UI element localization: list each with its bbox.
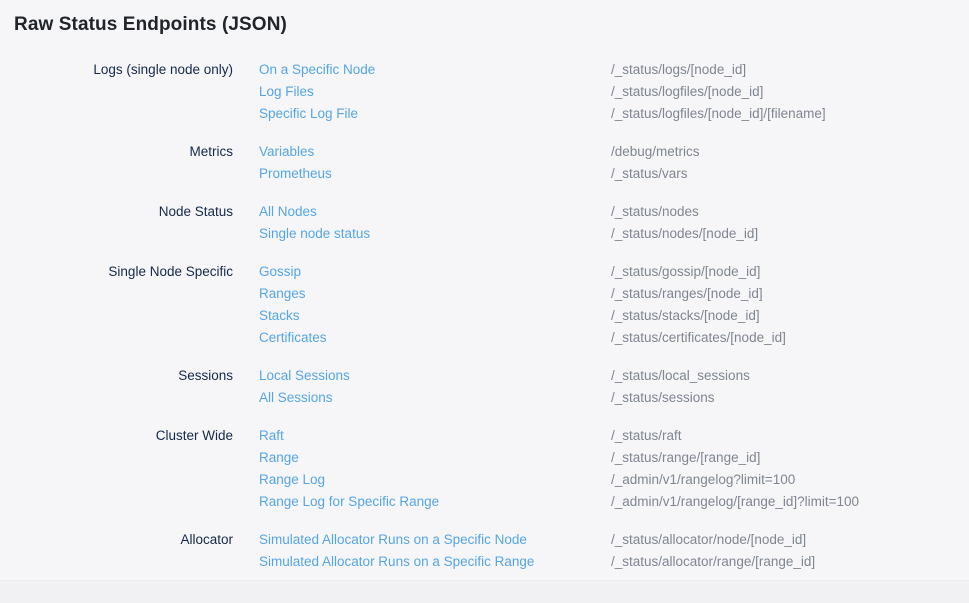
endpoint-row: All Nodes /_status/nodes [259, 201, 955, 223]
endpoint-link[interactable]: Ranges [259, 283, 611, 305]
endpoint-link[interactable]: Stacks [259, 305, 611, 327]
endpoint-row: Specific Log File /_status/logfiles/[nod… [259, 103, 955, 125]
section-single-node-specific: Single Node Specific Gossip /_status/gos… [14, 261, 955, 349]
endpoint-link[interactable]: Raft [259, 425, 611, 447]
endpoint-path: /_status/nodes [611, 201, 699, 223]
category-label: Metrics [14, 141, 259, 185]
category-label: Single Node Specific [14, 261, 259, 349]
endpoint-link[interactable]: On a Specific Node [259, 59, 611, 81]
endpoint-row: Local Sessions /_status/local_sessions [259, 365, 955, 387]
endpoint-sections: Logs (single node only) On a Specific No… [14, 59, 955, 573]
endpoint-row: Range Log /_admin/v1/rangelog?limit=100 [259, 469, 955, 491]
section-node-status: Node Status All Nodes /_status/nodes Sin… [14, 201, 955, 245]
section-cluster-wide: Cluster Wide Raft /_status/raft Range /_… [14, 425, 955, 513]
endpoint-path: /_status/logfiles/[node_id]/[filename] [611, 103, 826, 125]
endpoint-path: /_status/certificates/[node_id] [611, 327, 786, 349]
endpoint-row: Single node status /_status/nodes/[node_… [259, 223, 955, 245]
endpoint-row: Log Files /_status/logfiles/[node_id] [259, 81, 955, 103]
endpoint-row: Raft /_status/raft [259, 425, 955, 447]
raw-status-endpoints-page: Raw Status Endpoints (JSON) Logs (single… [0, 0, 969, 573]
endpoint-link[interactable]: Local Sessions [259, 365, 611, 387]
endpoint-path: /debug/metrics [611, 141, 700, 163]
endpoint-link[interactable]: Variables [259, 141, 611, 163]
endpoint-path: /_status/logs/[node_id] [611, 59, 746, 81]
endpoint-row: Prometheus /_status/vars [259, 163, 955, 185]
section-sessions: Sessions Local Sessions /_status/local_s… [14, 365, 955, 409]
endpoint-link[interactable]: Single node status [259, 223, 611, 245]
endpoint-path: /_status/vars [611, 163, 688, 185]
endpoint-row: Simulated Allocator Runs on a Specific N… [259, 529, 955, 551]
endpoint-link[interactable]: Simulated Allocator Runs on a Specific R… [259, 551, 611, 573]
endpoint-row: All Sessions /_status/sessions [259, 387, 955, 409]
endpoint-path: /_status/stacks/[node_id] [611, 305, 760, 327]
endpoint-row: Stacks /_status/stacks/[node_id] [259, 305, 955, 327]
category-label: Node Status [14, 201, 259, 245]
endpoint-link[interactable]: Range Log for Specific Range [259, 491, 611, 513]
section-allocator: Allocator Simulated Allocator Runs on a … [14, 529, 955, 573]
category-label: Logs (single node only) [14, 59, 259, 125]
endpoint-row: Certificates /_status/certificates/[node… [259, 327, 955, 349]
category-label: Cluster Wide [14, 425, 259, 513]
endpoint-path: /_status/sessions [611, 387, 715, 409]
endpoint-row: Range /_status/range/[range_id] [259, 447, 955, 469]
endpoint-row: Variables /debug/metrics [259, 141, 955, 163]
endpoint-row: Gossip /_status/gossip/[node_id] [259, 261, 955, 283]
endpoint-link[interactable]: All Nodes [259, 201, 611, 223]
endpoint-path: /_status/raft [611, 425, 682, 447]
page-footer [0, 580, 969, 603]
page-title: Raw Status Endpoints (JSON) [14, 12, 955, 38]
endpoint-link[interactable]: Prometheus [259, 163, 611, 185]
endpoint-path: /_status/allocator/node/[node_id] [611, 529, 806, 551]
endpoint-path: /_admin/v1/rangelog?limit=100 [611, 469, 795, 491]
endpoint-link[interactable]: Range Log [259, 469, 611, 491]
endpoint-link[interactable]: Gossip [259, 261, 611, 283]
endpoint-path: /_status/ranges/[node_id] [611, 283, 763, 305]
endpoint-link[interactable]: Certificates [259, 327, 611, 349]
endpoint-path: /_status/gossip/[node_id] [611, 261, 760, 283]
endpoint-row: Ranges /_status/ranges/[node_id] [259, 283, 955, 305]
endpoint-path: /_status/nodes/[node_id] [611, 223, 758, 245]
endpoint-link[interactable]: Range [259, 447, 611, 469]
endpoint-link[interactable]: Log Files [259, 81, 611, 103]
endpoint-link[interactable]: Simulated Allocator Runs on a Specific N… [259, 529, 611, 551]
endpoint-row: On a Specific Node /_status/logs/[node_i… [259, 59, 955, 81]
section-logs: Logs (single node only) On a Specific No… [14, 59, 955, 125]
endpoint-row: Simulated Allocator Runs on a Specific R… [259, 551, 955, 573]
endpoint-path: /_status/allocator/range/[range_id] [611, 551, 815, 573]
category-label: Allocator [14, 529, 259, 573]
category-label: Sessions [14, 365, 259, 409]
endpoint-row: Range Log for Specific Range /_admin/v1/… [259, 491, 955, 513]
endpoint-link[interactable]: Specific Log File [259, 103, 611, 125]
endpoint-link[interactable]: All Sessions [259, 387, 611, 409]
endpoint-path: /_admin/v1/rangelog/[range_id]?limit=100 [611, 491, 859, 513]
endpoint-path: /_status/range/[range_id] [611, 447, 760, 469]
endpoint-path: /_status/logfiles/[node_id] [611, 81, 763, 103]
section-metrics: Metrics Variables /debug/metrics Prometh… [14, 141, 955, 185]
endpoint-path: /_status/local_sessions [611, 365, 750, 387]
